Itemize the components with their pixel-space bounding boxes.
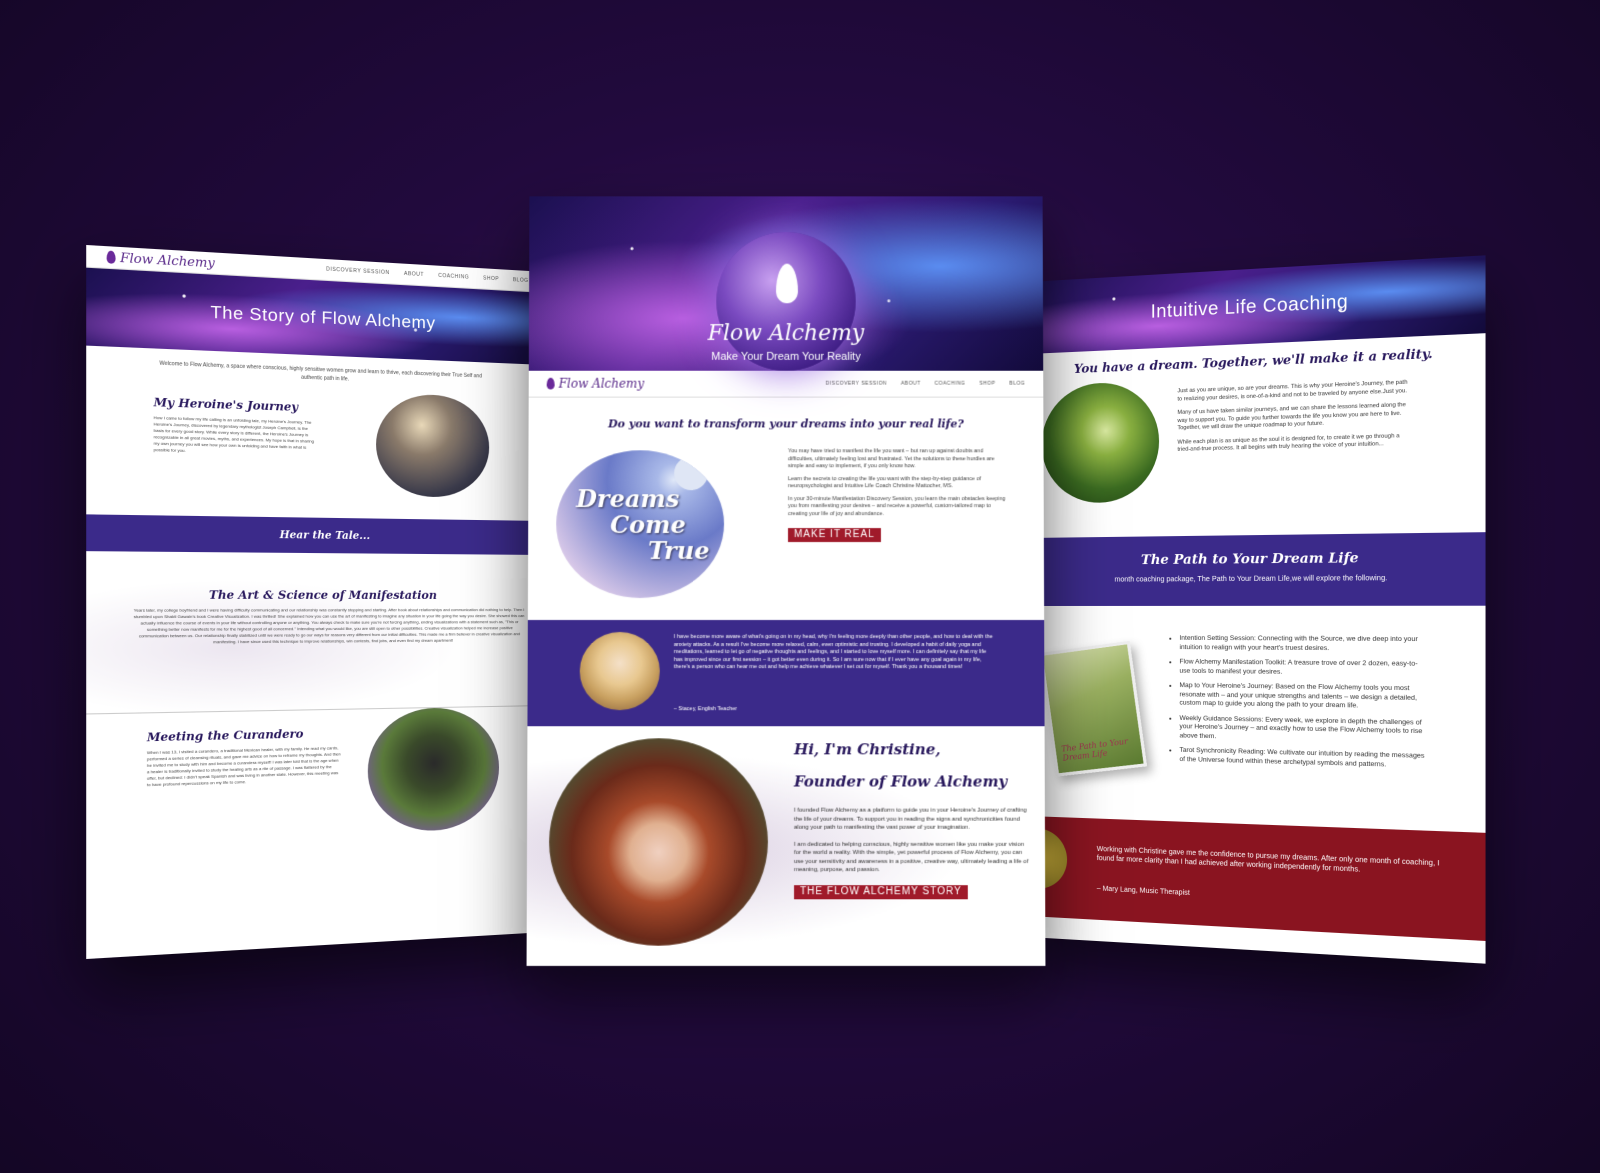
center-testimonial-text: I have become more aware of what's going… xyxy=(673,634,993,671)
left-section3-title: Meeting the Curandero xyxy=(146,727,304,745)
founder-line2: Founder of Flow Alchemy xyxy=(794,772,1008,791)
right-page-mockup: Intuitive Life Coaching You have a dream… xyxy=(1028,255,1486,964)
center-nav-links: DISCOVERY SESSION ABOUT COACHING SHOP BL… xyxy=(826,381,1026,387)
bullet-map: Map to Your Heroine's Journey: Based on … xyxy=(1179,682,1424,712)
right-hero-title: Intuitive Life Coaching xyxy=(1150,290,1349,322)
center-para2: Learn the secrets to creating the life y… xyxy=(787,475,981,490)
nav-coaching[interactable]: COACHING xyxy=(935,381,966,387)
nav-shop[interactable]: SHOP xyxy=(483,275,499,282)
christine-photo xyxy=(548,738,768,946)
center-testimonial-band: I have become more aware of what's going… xyxy=(527,619,1045,727)
center-founder: Hi, I'm Christine, Founder of Flow Alche… xyxy=(526,726,1046,966)
right-path-band: The Path to Your Dream Life month coachi… xyxy=(1028,532,1486,606)
nav-about[interactable]: ABOUT xyxy=(901,381,921,387)
forest-path-photo xyxy=(1041,380,1160,504)
bullet-intention: Intention Setting Session: Connecting wi… xyxy=(1179,635,1424,654)
left-section2: The Art & Science of Manifestation Years… xyxy=(86,551,546,714)
left-section1-text: How I came to follow my life calling is … xyxy=(153,414,314,454)
founder-para1: I founded Flow Alchemy as a platform to … xyxy=(794,807,1027,831)
founder-line1: Hi, I'm Christine, xyxy=(794,740,941,759)
center-logo[interactable]: Flow Alchemy xyxy=(546,376,645,391)
left-section3: Meeting the Curandero When I was 13, I v… xyxy=(86,705,546,877)
left-nav-links: DISCOVERY SESSION ABOUT COACHING SHOP BL… xyxy=(326,266,528,284)
left-logo[interactable]: Flow Alchemy xyxy=(106,249,215,271)
nav-blog[interactable]: BLOG xyxy=(1009,381,1025,387)
center-nav: Flow Alchemy DISCOVERY SESSION ABOUT COA… xyxy=(528,370,1044,398)
center-hero: Flow Alchemy Make Your Dream Your Realit… xyxy=(528,196,1044,371)
nav-discovery[interactable]: DISCOVERY SESSION xyxy=(826,381,887,387)
make-it-real-button[interactable]: MAKE IT REAL xyxy=(787,528,881,542)
flame-logo-icon xyxy=(546,377,555,390)
heroine-photo xyxy=(376,392,490,498)
right-para1: Just as you are unique, so are your drea… xyxy=(1177,379,1408,403)
center-logo-text: Flow Alchemy xyxy=(558,376,645,391)
center-para3: In your 30-minute Manifestation Discover… xyxy=(787,495,1006,517)
herbs-mortar-photo xyxy=(367,706,500,834)
nav-discovery[interactable]: DISCOVERY SESSION xyxy=(326,266,390,276)
hear-the-tale[interactable]: Hear the Tale... xyxy=(280,529,371,541)
right-intro: Just as you are unique, so are your drea… xyxy=(1028,359,1486,538)
dreams-word-3: True xyxy=(648,536,710,566)
bullet-weekly: Weekly Guidance Sessions: Every week, we… xyxy=(1179,714,1424,746)
flow-alchemy-story-button[interactable]: THE FLOW ALCHEMY STORY xyxy=(794,884,968,900)
left-section1: My Heroine's Journey How I came to follo… xyxy=(86,374,546,521)
nav-shop[interactable]: SHOP xyxy=(979,381,995,387)
center-testimonial-author: – Stacey, English Teacher xyxy=(673,706,738,713)
package-bullets: Intention Setting Session: Connecting wi… xyxy=(1167,635,1425,777)
right-band-sub: month coaching package, The Path to Your… xyxy=(1114,574,1388,584)
right-testimonial-author: – Mary Lang, Music Therapist xyxy=(1096,885,1190,898)
book-title: The Path to Your Dream Life xyxy=(1060,736,1129,763)
center-offer: Dreams Come True You may have tried to m… xyxy=(528,430,1044,620)
left-page-mockup: Flow Alchemy DISCOVERY SESSION ABOUT COA… xyxy=(86,244,546,960)
flame-logo-icon xyxy=(106,250,116,264)
founder-para2: I am dedicated to helping conscious, hig… xyxy=(794,841,1029,874)
left-hear-band: Hear the Tale... xyxy=(86,514,546,555)
hero-logo: Flow Alchemy xyxy=(707,321,865,346)
right-testimonial-text: Working with Christine gave me the confi… xyxy=(1096,845,1440,874)
left-hero-title: The Story of Flow Alchemy xyxy=(210,302,436,333)
nav-blog[interactable]: BLOG xyxy=(513,277,529,284)
dreams-word-1: Dreams xyxy=(576,484,680,514)
right-testimonial: Working with Christine gave me the confi… xyxy=(1028,816,1486,941)
left-section2-title: The Art & Science of Manifestation xyxy=(208,588,437,602)
center-page-mockup: Flow Alchemy Make Your Dream Your Realit… xyxy=(526,196,1046,966)
left-logo-text: Flow Alchemy xyxy=(120,250,215,271)
dreams-come-true-image: Dreams Come True xyxy=(555,450,725,598)
book-tablet-image: The Path to Your Dream Life xyxy=(1039,640,1148,777)
left-section1-title: My Heroine's Journey xyxy=(153,395,298,415)
bullet-toolkit: Flow Alchemy Manifestation Toolkit: A tr… xyxy=(1179,658,1424,678)
center-offer-text: You may have tried to manifest the life … xyxy=(787,448,1006,542)
nav-about[interactable]: ABOUT xyxy=(404,271,424,278)
bullet-tarot: Tarot Synchronicity Reading: We cultivat… xyxy=(1179,747,1424,771)
left-section3-text: When I was 13, I visited a curandero, a … xyxy=(146,745,341,788)
dreams-word-2: Come xyxy=(610,510,686,540)
right-text: Just as you are unique, so are your drea… xyxy=(1177,379,1411,454)
center-para1: You may have tried to manifest the life … xyxy=(787,448,995,470)
hero-tagline: Make Your Dream Your Reality xyxy=(711,350,861,363)
left-section2-text: Years later, my college boyfriend and I … xyxy=(133,607,525,645)
stacey-avatar xyxy=(579,632,660,711)
right-para3: While each plan is as unique as the soul… xyxy=(1177,432,1400,453)
right-package: The Path to Your Dream Life Intention Se… xyxy=(1028,606,1486,833)
right-band-title: The Path to Your Dream Life xyxy=(1141,550,1359,569)
center-headline: Do you want to transform your dreams int… xyxy=(608,417,964,431)
founder-text: I founded Flow Alchemy as a platform to … xyxy=(794,807,1031,900)
nav-coaching[interactable]: COACHING xyxy=(438,273,469,281)
right-para2: Many of us have taken similar journeys, … xyxy=(1177,401,1406,432)
